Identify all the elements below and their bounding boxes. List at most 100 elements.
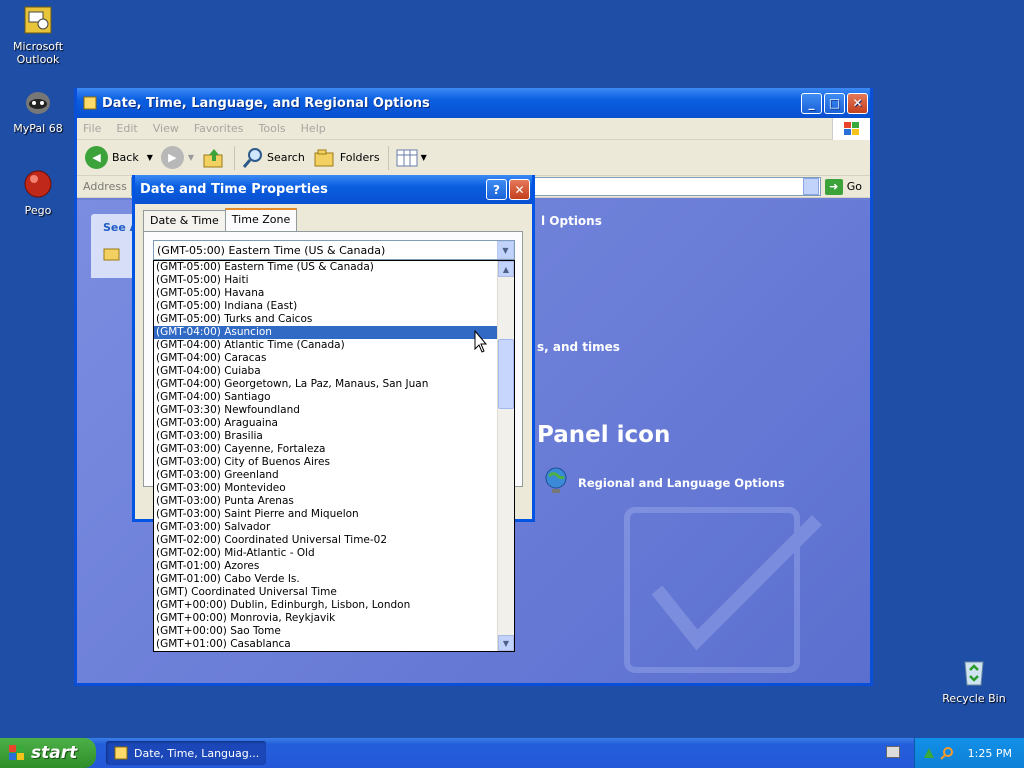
help-icon: ? [493, 182, 500, 197]
tab-date-time[interactable]: Date & Time [143, 210, 226, 233]
start-label: start [31, 743, 78, 763]
time-zone-option[interactable]: (GMT-05:00) Eastern Time (US & Canada) [154, 261, 498, 274]
back-arrow-icon: ◀ [85, 146, 108, 169]
time-zone-option[interactable]: (GMT-03:00) Araguaina [154, 417, 498, 430]
time-zone-option[interactable]: (GMT-03:00) Brasilia [154, 430, 498, 443]
maximize-button[interactable]: □ [824, 92, 845, 114]
time-zone-option[interactable]: (GMT+00:00) Sao Tome [154, 625, 498, 638]
time-zone-option[interactable]: (GMT-03:00) Greenland [154, 469, 498, 482]
list-scrollbar[interactable]: ▲ ▼ [497, 261, 514, 651]
network-icon[interactable] [922, 746, 936, 760]
chevron-down-icon: ▼ [187, 153, 195, 162]
minimize-icon: _ [808, 96, 815, 110]
dialog-tabs: Date & Time Time Zone [143, 208, 298, 233]
time-zone-option[interactable]: (GMT-05:00) Havana [154, 287, 498, 300]
control-panel-icon [83, 96, 97, 110]
keyboard-icon[interactable] [886, 746, 900, 758]
desktop-icon-mypal[interactable]: MyPal 68 [0, 86, 76, 135]
time-zone-option[interactable]: (GMT-05:00) Haiti [154, 274, 498, 287]
desktop-icon-label: Recycle Bin [942, 692, 1006, 705]
back-button[interactable]: ◀ Back ▼ [85, 146, 153, 169]
time-zone-option[interactable]: (GMT) Coordinated Universal Time [154, 586, 498, 599]
time-zone-dropdown-list[interactable]: (GMT-05:00) Eastern Time (US & Canada) (G… [153, 260, 515, 652]
time-zone-option[interactable]: (GMT-03:00) Cayenne, Fortaleza [154, 443, 498, 456]
desktop-icon-label: Pego [24, 204, 52, 217]
time-zone-option[interactable]: (GMT-01:00) Cabo Verde Is. [154, 573, 498, 586]
time-zone-option[interactable]: (GMT-03:00) City of Buenos Aires [154, 456, 498, 469]
desktop-icon-label: Microsoft Outlook [12, 40, 64, 66]
raccoon-icon [26, 92, 50, 114]
time-zone-option[interactable]: (GMT-03:00) Saint Pierre and Miquelon [154, 508, 498, 521]
close-icon: ✕ [514, 182, 525, 197]
taskbar-item-explorer[interactable]: Date, Time, Languag... [106, 741, 266, 765]
explorer-title: Date, Time, Language, and Regional Optio… [102, 95, 430, 111]
search-label: Search [267, 151, 305, 164]
address-dropdown-button[interactable] [802, 178, 819, 195]
chevron-up-icon: ▲ [502, 264, 510, 274]
folders-label: Folders [339, 151, 380, 164]
system-tray: 1:25 PM [914, 738, 1024, 768]
dialog-titlebar[interactable]: Date and Time Properties ? ✕ [135, 175, 532, 204]
forward-button[interactable]: ▶ ▼ [160, 146, 195, 169]
views-button[interactable]: ▼ [395, 148, 427, 168]
menu-view[interactable]: View [153, 122, 179, 135]
go-button[interactable]: ➜ Go [824, 178, 862, 195]
panel-icon-title: Panel icon [537, 422, 671, 448]
regional-language-link[interactable]: Regional and Language Options [578, 476, 785, 490]
time-zone-option[interactable]: (GMT-04:00) Georgetown, La Paz, Manaus, … [154, 378, 498, 391]
chevron-down-icon: ▼ [146, 153, 153, 162]
close-icon: ✕ [852, 96, 863, 110]
scroll-down-button[interactable]: ▼ [498, 635, 514, 651]
toolbar-separator [234, 145, 236, 170]
chevron-down-icon[interactable]: ▼ [497, 241, 514, 259]
scroll-up-button[interactable]: ▲ [498, 261, 514, 277]
times-link[interactable]: s, and times [537, 340, 620, 354]
desktop-icon-outlook[interactable]: Microsoft Outlook [0, 4, 76, 66]
folders-button[interactable]: Folders [313, 146, 380, 170]
menu-favorites[interactable]: Favorites [194, 122, 244, 135]
globe-icon [545, 467, 567, 493]
search-button[interactable]: Search [241, 146, 305, 170]
desktop-icon-recycle-bin[interactable]: Recycle Bin [936, 656, 1012, 705]
time-zone-option[interactable]: (GMT-03:00) Salvador [154, 521, 498, 534]
start-button[interactable]: start [0, 738, 96, 768]
chevron-down-icon: ▼ [420, 153, 427, 162]
time-zone-option[interactable]: (GMT-05:00) Turks and Caicos [154, 313, 498, 326]
explorer-titlebar[interactable]: Date, Time, Language, and Regional Optio… [77, 88, 870, 118]
minimize-button[interactable]: _ [801, 92, 822, 114]
time-zone-option[interactable]: (GMT-04:00) Caracas [154, 352, 498, 365]
magnifier-icon[interactable] [939, 746, 954, 760]
time-zone-option[interactable]: (GMT-04:00) Atlantic Time (Canada) [154, 339, 498, 352]
menu-help[interactable]: Help [301, 122, 326, 135]
time-zone-option[interactable]: (GMT-04:00) Asuncion [154, 326, 498, 339]
time-zone-option[interactable]: (GMT-02:00) Mid-Atlantic - Old [154, 547, 498, 560]
time-zone-option[interactable]: (GMT+01:00) Casablanca [154, 638, 498, 651]
desktop-icon-pego[interactable]: Pego [0, 168, 76, 217]
taskbar: start Date, Time, Languag... 1:25 PM [0, 738, 1024, 768]
toolbar: ◀ Back ▼ ▶ ▼ Search Folders ▼ [77, 140, 870, 176]
menu-tools[interactable]: Tools [259, 122, 286, 135]
dialog-close-button[interactable]: ✕ [509, 179, 530, 200]
time-zone-option[interactable]: (GMT-03:00) Montevideo [154, 482, 498, 495]
time-zone-option[interactable]: (GMT-03:00) Punta Arenas [154, 495, 498, 508]
dialog-title: Date and Time Properties [140, 182, 328, 197]
time-zone-select[interactable]: (GMT-05:00) Eastern Time (US & Canada) ▼ [153, 240, 515, 260]
menu-edit[interactable]: Edit [116, 122, 137, 135]
time-zone-option[interactable]: (GMT-03:30) Newfoundland [154, 404, 498, 417]
menu-file[interactable]: File [83, 122, 101, 135]
time-zone-option[interactable]: (GMT-04:00) Santiago [154, 391, 498, 404]
help-button[interactable]: ? [486, 179, 507, 200]
menubar: File Edit View Favorites Tools Help [77, 117, 870, 140]
time-zone-option[interactable]: (GMT-04:00) Cuiaba [154, 365, 498, 378]
up-folder-button[interactable] [202, 146, 226, 170]
toolbar-separator [387, 145, 389, 170]
tab-time-zone[interactable]: Time Zone [224, 208, 298, 231]
scroll-thumb[interactable] [498, 339, 514, 409]
time-zone-option[interactable]: (GMT-05:00) Indiana (East) [154, 300, 498, 313]
close-button[interactable]: ✕ [847, 92, 868, 114]
time-zone-option[interactable]: (GMT+00:00) Dublin, Edinburgh, Lisbon, L… [154, 599, 498, 612]
time-zone-option[interactable]: (GMT-02:00) Coordinated Universal Time-0… [154, 534, 498, 547]
control-panel-icon [114, 746, 128, 760]
time-zone-option[interactable]: (GMT-01:00) Azores [154, 560, 498, 573]
time-zone-option[interactable]: (GMT+00:00) Monrovia, Reykjavik [154, 612, 498, 625]
